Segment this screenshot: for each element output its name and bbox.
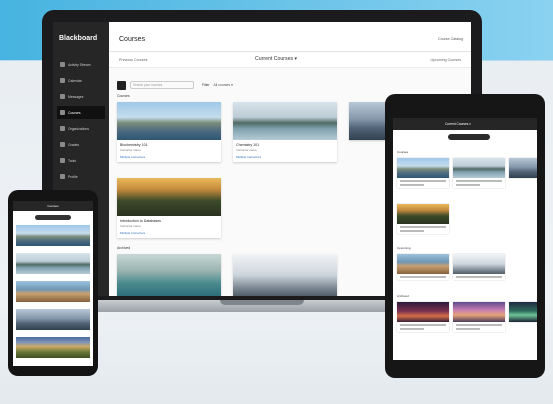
- course-card[interactable]: [397, 302, 449, 332]
- sidebar-item-activity-stream[interactable]: Activity Stream: [57, 58, 105, 71]
- page-title: Courses: [119, 36, 146, 43]
- course-card[interactable]: Introduction to Databases Instructor nam…: [117, 178, 221, 238]
- section-label: Archived: [397, 294, 409, 298]
- brand-logo: Blackboard: [59, 35, 98, 42]
- sidebar-item-tools[interactable]: Tools: [57, 154, 105, 167]
- course-card[interactable]: Chemistry 101 Instructor name Multiple I…: [233, 102, 337, 162]
- course-title: Biochemistry 101: [120, 143, 148, 147]
- course-card[interactable]: [453, 302, 505, 332]
- section-label: Courses: [117, 94, 130, 98]
- previous-courses-link[interactable]: Previous Courses: [119, 58, 147, 62]
- grades-icon: [60, 142, 65, 147]
- course-instructors-link[interactable]: Multiple Instructors: [117, 229, 221, 238]
- course-thumbnail: [509, 302, 537, 322]
- laptop-notch: [220, 300, 304, 305]
- sidebar-item-organizations[interactable]: Organizations: [57, 122, 105, 135]
- course-card[interactable]: [16, 281, 90, 302]
- calendar-icon: [60, 78, 65, 83]
- course-card[interactable]: [509, 302, 537, 322]
- tablet-screen: Current Courses ▾ Courses Upcoming Archi…: [393, 118, 537, 360]
- search-input[interactable]: Search your courses: [130, 81, 194, 89]
- course-thumbnail: [397, 158, 449, 178]
- course-thumbnail: [509, 158, 537, 178]
- phone-screen: Courses: [13, 201, 93, 366]
- course-thumbnail: [233, 102, 337, 140]
- sidebar-item-calendar[interactable]: Calendar: [57, 74, 105, 87]
- phone-title: Courses: [47, 204, 59, 208]
- course-thumbnail: [453, 254, 505, 274]
- tablet-title[interactable]: Current Courses ▾: [445, 122, 471, 126]
- filter-label: Filter: [202, 83, 210, 87]
- phone-header: Courses: [13, 201, 93, 211]
- sidebar-item-courses[interactable]: Courses: [57, 106, 105, 119]
- section-label: Courses: [397, 150, 409, 154]
- section-label: Upcoming: [397, 246, 411, 250]
- course-thumbnail: [117, 178, 221, 216]
- activity-icon: [60, 62, 65, 67]
- tablet-header: Current Courses ▾: [393, 118, 537, 130]
- top-bar: Courses Course Catalog: [109, 22, 471, 52]
- course-title: Chemistry 101: [236, 143, 260, 147]
- tablet-segment-control[interactable]: [448, 134, 490, 140]
- section-label: Archived: [117, 246, 131, 250]
- course-thumbnail: [397, 302, 449, 322]
- course-thumbnail: [397, 254, 449, 274]
- course-title: Introduction to Databases: [120, 219, 161, 223]
- sidebar-item-profile[interactable]: Profile: [57, 170, 105, 183]
- course-card[interactable]: [16, 225, 90, 246]
- grid-view-icon[interactable]: [117, 80, 126, 90]
- course-thumbnail: [397, 204, 449, 224]
- course-card[interactable]: [16, 309, 90, 330]
- course-card[interactable]: [233, 254, 337, 296]
- sidebar-item-grades[interactable]: Grades: [57, 138, 105, 151]
- course-card[interactable]: [117, 254, 221, 296]
- course-card[interactable]: [453, 158, 505, 188]
- filter-dropdown[interactable]: All courses ▾: [214, 83, 233, 87]
- course-thumbnail: [117, 102, 221, 140]
- course-thumbnail: [453, 158, 505, 178]
- upcoming-courses-link[interactable]: Upcoming Courses: [430, 58, 461, 62]
- course-card[interactable]: [509, 158, 537, 178]
- tools-icon: [60, 158, 65, 163]
- course-thumbnail: [117, 254, 221, 296]
- course-card[interactable]: [453, 254, 505, 280]
- course-card[interactable]: Biochemistry 101 Instructor name Multipl…: [117, 102, 221, 162]
- courses-icon: [60, 110, 65, 115]
- course-instructors-link[interactable]: Multiple Instructors: [117, 153, 221, 162]
- profile-icon: [60, 174, 65, 179]
- course-card[interactable]: [16, 253, 90, 274]
- messages-icon: [60, 94, 65, 99]
- organizations-icon: [60, 126, 65, 131]
- course-card[interactable]: [397, 158, 449, 188]
- current-courses-dropdown[interactable]: Current Courses ▾: [255, 56, 297, 62]
- course-thumbnail: [453, 302, 505, 322]
- toolbar: Search your courses Filter All courses ▾: [117, 80, 233, 90]
- phone-segment-control[interactable]: [35, 215, 71, 220]
- course-thumbnail: [233, 254, 337, 296]
- course-catalog-link[interactable]: Course Catalog: [438, 37, 463, 41]
- course-card[interactable]: [397, 254, 449, 280]
- course-card[interactable]: [16, 337, 90, 358]
- course-instructors-link[interactable]: Multiple Instructors: [233, 153, 337, 162]
- sidebar-item-messages[interactable]: Messages: [57, 90, 105, 103]
- course-card[interactable]: [397, 204, 449, 234]
